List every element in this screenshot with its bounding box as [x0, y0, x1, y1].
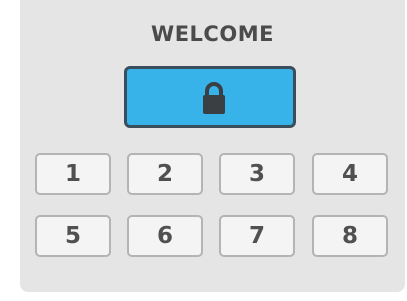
lock-icon — [203, 82, 225, 114]
key-3[interactable]: 3 — [219, 153, 295, 195]
welcome-panel: WELCOME 1 2 3 4 5 6 7 8 — [20, 0, 405, 292]
key-7[interactable]: 7 — [219, 215, 295, 257]
key-6[interactable]: 6 — [127, 215, 203, 257]
welcome-title: WELCOME — [151, 22, 274, 46]
key-2[interactable]: 2 — [127, 153, 203, 195]
key-8[interactable]: 8 — [312, 215, 388, 257]
lock-button[interactable] — [124, 66, 296, 128]
key-4[interactable]: 4 — [312, 153, 388, 195]
key-1[interactable]: 1 — [35, 153, 111, 195]
keypad: 1 2 3 4 5 6 7 8 — [35, 153, 391, 265]
key-5[interactable]: 5 — [35, 215, 111, 257]
